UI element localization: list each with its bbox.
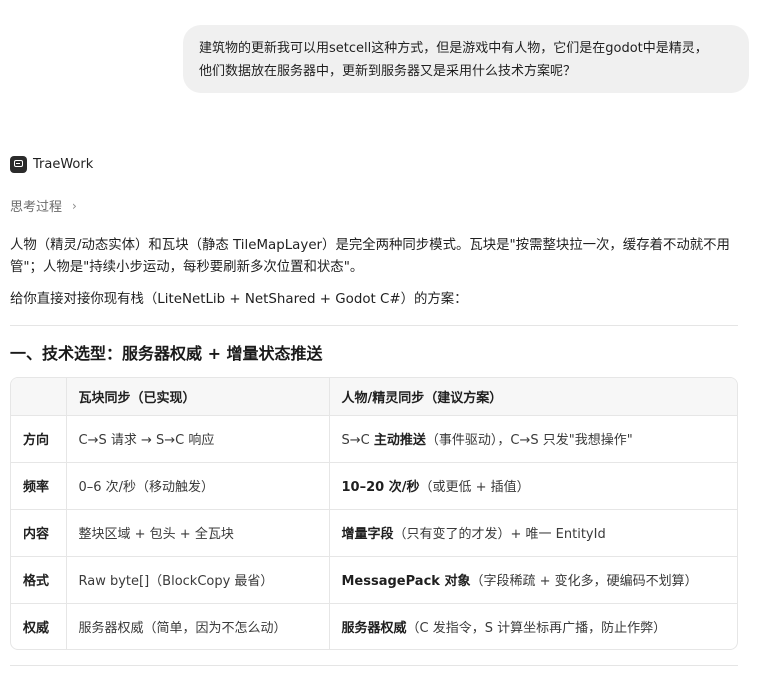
row-label: 格式 xyxy=(11,556,67,604)
table-header-row: 瓦块同步（已实现） 人物/精灵同步（建议方案） xyxy=(11,378,737,416)
section-title: 一、技术选型：服务器权威 + 增量状态推送 xyxy=(10,344,323,363)
row-label: 方向 xyxy=(11,415,67,463)
sprite-sync-cell: 10–20 次/秒（或更低 + 插值） xyxy=(329,462,737,510)
cell-text: S→C xyxy=(341,433,374,448)
sprite-sync-cell: S→C 主动推送（事件驱动），C→S 只发"我想操作" xyxy=(329,415,737,463)
assistant-header: TraeWork xyxy=(10,156,93,173)
row-label: 权威 xyxy=(11,603,67,649)
tile-sync-cell: 0–6 次/秒（移动触发） xyxy=(66,462,330,510)
cell-text: （或更低 + 插值） xyxy=(419,480,530,495)
section-divider xyxy=(10,665,738,666)
cell-text: （只有变了的才发）+ 唯一 EntityId xyxy=(393,527,606,542)
answer-paragraph-1: 人物（精灵/动态实体）和瓦块（静态 TileMapLayer）是完全两种同步模式… xyxy=(10,238,730,275)
comparison-table: 瓦块同步（已实现） 人物/精灵同步（建议方案） 方向 C→S 请求 → S→C … xyxy=(10,377,738,650)
cell-emphasis: 主动推送 xyxy=(373,433,426,448)
assistant-name: TraeWork xyxy=(33,157,94,172)
tile-sync-cell: 服务器权威（简单，因为不怎么动） xyxy=(66,603,330,649)
section-divider xyxy=(10,325,738,326)
cell-emphasis: 服务器权威 xyxy=(341,621,407,637)
table-row: 格式 Raw byte[]（BlockCopy 最省） MessagePack … xyxy=(11,556,737,604)
user-message-bubble: 建筑物的更新我可以用setcell这种方式，但是游戏中有人物，它们是在godot… xyxy=(183,25,749,93)
thinking-process-label: 思考过程 xyxy=(10,200,63,215)
table-header-cell: 人物/精灵同步（建议方案） xyxy=(329,378,737,416)
table-row: 权威 服务器权威（简单，因为不怎么动） 服务器权威（C 发指令，S 计算坐标再广… xyxy=(11,603,737,649)
cell-emphasis: MessagePack 对象 xyxy=(341,574,471,589)
cell-emphasis: 10–20 次/秒 xyxy=(341,480,420,495)
table-header-cell xyxy=(11,378,67,416)
tile-sync-cell: Raw byte[]（BlockCopy 最省） xyxy=(66,556,330,604)
sprite-sync-cell: MessagePack 对象（字段稀疏 + 变化多，硬编码不划算） xyxy=(329,556,737,604)
table-row: 频率 0–6 次/秒（移动触发） 10–20 次/秒（或更低 + 插值） xyxy=(11,462,737,510)
traework-logo-icon xyxy=(10,156,27,173)
sprite-sync-cell: 服务器权威（C 发指令，S 计算坐标再广播，防止作弊） xyxy=(329,603,737,649)
answer-paragraph-2: 给你直接对接你现有栈（LiteNetLib + NetShared + Godo… xyxy=(10,292,468,307)
cell-text: （事件驱动），C→S 只发"我想操作" xyxy=(425,433,633,448)
user-message-line-2: 他们数据放在服务器中，更新到服务器又是采用什么技术方案呢？ xyxy=(199,64,577,79)
tile-sync-cell: 整块区域 + 包头 + 全瓦块 xyxy=(66,509,330,557)
thinking-process-toggle[interactable]: 思考过程 › xyxy=(10,196,77,216)
tile-sync-cell: C→S 请求 → S→C 响应 xyxy=(66,415,330,463)
chevron-right-icon: › xyxy=(72,198,77,213)
sprite-sync-cell: 增量字段（只有变了的才发）+ 唯一 EntityId xyxy=(329,509,737,557)
row-label: 频率 xyxy=(11,462,67,510)
table-row: 内容 整块区域 + 包头 + 全瓦块 增量字段（只有变了的才发）+ 唯一 Ent… xyxy=(11,509,737,557)
cell-emphasis: 增量字段 xyxy=(341,527,394,542)
table-header-cell: 瓦块同步（已实现） xyxy=(66,378,330,416)
table-row: 方向 C→S 请求 → S→C 响应 S→C 主动推送（事件驱动），C→S 只发… xyxy=(11,415,737,463)
row-label: 内容 xyxy=(11,509,67,557)
cell-text: （字段稀疏 + 变化多，硬编码不划算） xyxy=(470,574,698,589)
user-message-line-1: 建筑物的更新我可以用setcell这种方式，但是游戏中有人物，它们是在godot… xyxy=(199,41,708,56)
cell-text: （C 发指令，S 计算坐标再广播，防止作弊） xyxy=(406,621,667,637)
